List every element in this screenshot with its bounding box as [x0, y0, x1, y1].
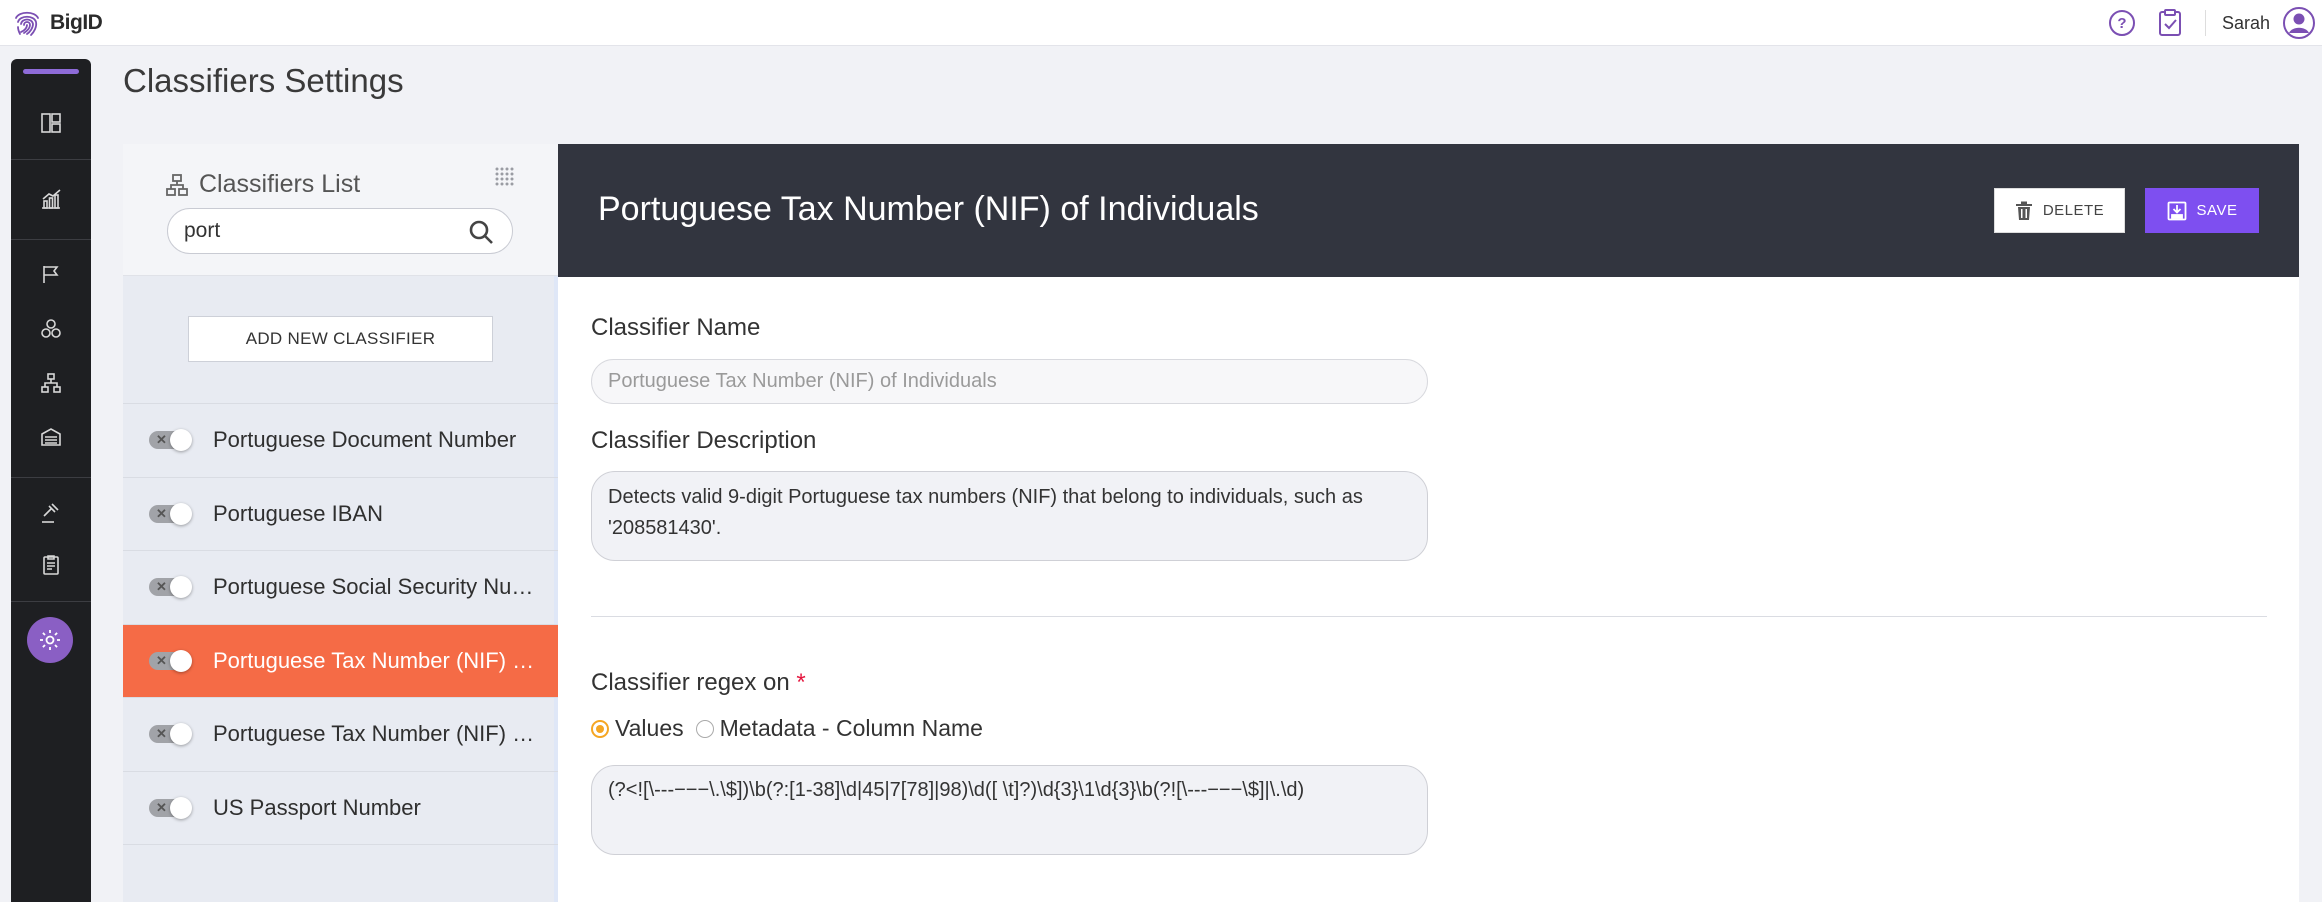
classifier-name-label: Classifier Name [591, 314, 761, 341]
rail-separator [11, 601, 91, 602]
list-title-text: Classifiers List [199, 170, 361, 198]
toggle-knob [170, 502, 192, 525]
policies-flag-icon[interactable] [11, 254, 91, 294]
toggle-knob [170, 796, 192, 819]
toggle-knob [170, 649, 192, 672]
classifier-regex-field[interactable]: (?<![\---−−−\.\$])\b(?:[1-38]\d|45|7[78]… [591, 765, 1428, 855]
enable-toggle[interactable]: ✕ [149, 502, 192, 525]
save-icon [2167, 201, 2186, 220]
gear-icon [40, 630, 60, 650]
rail-separator [11, 477, 91, 478]
tasks-icon[interactable] [2155, 8, 2185, 38]
add-new-classifier-button[interactable]: ADD NEW CLASSIFIER [188, 316, 493, 362]
top-separator [2204, 10, 2206, 36]
classifier-description-label: Classifier Description [591, 427, 817, 454]
bigid-logo[interactable]: BigID [10, 6, 103, 40]
clusters-icon[interactable] [11, 309, 91, 349]
logo-text: BigID [50, 11, 103, 34]
delete-button[interactable]: DELETE [1994, 188, 2125, 233]
reports-icon[interactable] [11, 179, 91, 219]
toggle-knob [170, 576, 192, 598]
avatar[interactable] [2282, 6, 2316, 40]
detail-header: Portuguese Tax Number (NIF) of Individua… [558, 144, 2299, 277]
user-avatar-icon [2283, 7, 2315, 39]
list-item-label: Portuguese Tax Number (NIF) o… [213, 647, 543, 673]
toggle-knob [170, 723, 192, 745]
toggle-knob [170, 429, 192, 451]
list-item[interactable]: ✕ Portuguese Social Security Nu… [123, 551, 558, 625]
user-name[interactable]: Sarah [2222, 13, 2270, 34]
classifier-name-field[interactable]: Portuguese Tax Number (NIF) of Individua… [591, 359, 1428, 404]
enable-toggle[interactable]: ✕ [149, 649, 192, 672]
values-radio[interactable] [591, 719, 609, 738]
enable-toggle[interactable]: ✕ [149, 723, 192, 745]
search-box [167, 208, 513, 254]
toggle-off-icon: ✕ [156, 432, 167, 447]
regex-on-label-text: Classifier regex on [591, 669, 790, 696]
section-divider [591, 616, 2267, 617]
list-item-label: US Passport Number [213, 794, 421, 820]
search-input[interactable] [184, 219, 454, 243]
rail-separator [11, 159, 91, 160]
values-radio-label[interactable]: Values [615, 715, 684, 742]
classifier-regex-on-label: Classifier regex on * [591, 669, 806, 697]
metadata-column-name-radio[interactable] [695, 719, 714, 738]
classifiers-list-panel: Classifiers List ADD NEW CLASSIFIER ✕ Por… [123, 144, 558, 902]
save-button[interactable]: SAVE [2145, 188, 2259, 233]
required-mark: * [796, 669, 806, 696]
fingerprint-icon [15, 11, 39, 36]
detail-title: Portuguese Tax Number (NIF) of Individua… [598, 190, 1259, 228]
svg-text:?: ? [2117, 15, 2126, 32]
classifier-description-field[interactable]: Detects valid 9-digit Portuguese tax num… [591, 471, 1428, 561]
list-title: Classifiers List [165, 170, 360, 199]
clipboard-icon[interactable] [11, 545, 91, 585]
classifiers-list: ✕ Portuguese Document Number ✕ Portuguese I… [123, 403, 558, 845]
rail-indicator [23, 69, 79, 74]
dashboard-icon[interactable] [11, 103, 91, 143]
top-right-controls: ? Sarah [2107, 0, 2322, 46]
enable-toggle[interactable]: ✕ [149, 796, 192, 819]
drag-grid-icon[interactable] [494, 166, 514, 191]
page-title: Classifiers Settings [123, 62, 404, 99]
list-item[interactable]: ✕ US Passport Number [123, 772, 558, 845]
list-item[interactable]: ✕ Portuguese Document Number [123, 404, 558, 478]
toggle-off-icon: ✕ [156, 505, 167, 521]
hierarchy-icon [166, 173, 188, 196]
list-item-label: Portuguese Tax Number (NIF) o… [213, 721, 543, 746]
delete-label: DELETE [2042, 202, 2105, 219]
search-icon[interactable] [468, 219, 494, 250]
enable-toggle[interactable]: ✕ [149, 576, 192, 598]
rail-separator [11, 239, 91, 240]
left-nav-rail [11, 59, 91, 902]
list-item-label: Portuguese IBAN [213, 500, 383, 526]
enable-toggle[interactable]: ✕ [149, 429, 192, 451]
settings-nav-button[interactable] [27, 617, 73, 663]
list-item-label: Portuguese Social Security Nu… [213, 574, 534, 599]
toggle-off-icon: ✕ [156, 652, 167, 668]
metadata-radio-label[interactable]: Metadata - Column Name [720, 715, 983, 742]
hierarchy-icon[interactable] [11, 363, 91, 403]
list-item[interactable]: ✕ Portuguese Tax Number (NIF) o… [123, 698, 558, 772]
inventory-icon[interactable] [11, 417, 91, 457]
list-header: Classifiers List [123, 144, 558, 276]
toggle-off-icon: ✕ [156, 579, 167, 594]
regex-target-radio-group: Values Metadata - Column Name [591, 715, 995, 742]
toggle-off-icon: ✕ [156, 726, 167, 741]
toggle-off-icon: ✕ [156, 799, 167, 815]
trash-icon [2015, 201, 2032, 220]
help-icon[interactable]: ? [2107, 8, 2137, 38]
classifier-detail-panel: Portuguese Tax Number (NIF) of Individua… [558, 144, 2299, 902]
list-item[interactable]: ✕ Portuguese Tax Number (NIF) o… [123, 624, 558, 698]
list-item-label: Portuguese Document Number [213, 427, 517, 452]
top-bar: BigID ? Sarah [0, 0, 2322, 46]
gavel-icon[interactable] [11, 493, 91, 533]
save-label: SAVE [2196, 202, 2238, 219]
list-item[interactable]: ✕ Portuguese IBAN [123, 478, 558, 551]
